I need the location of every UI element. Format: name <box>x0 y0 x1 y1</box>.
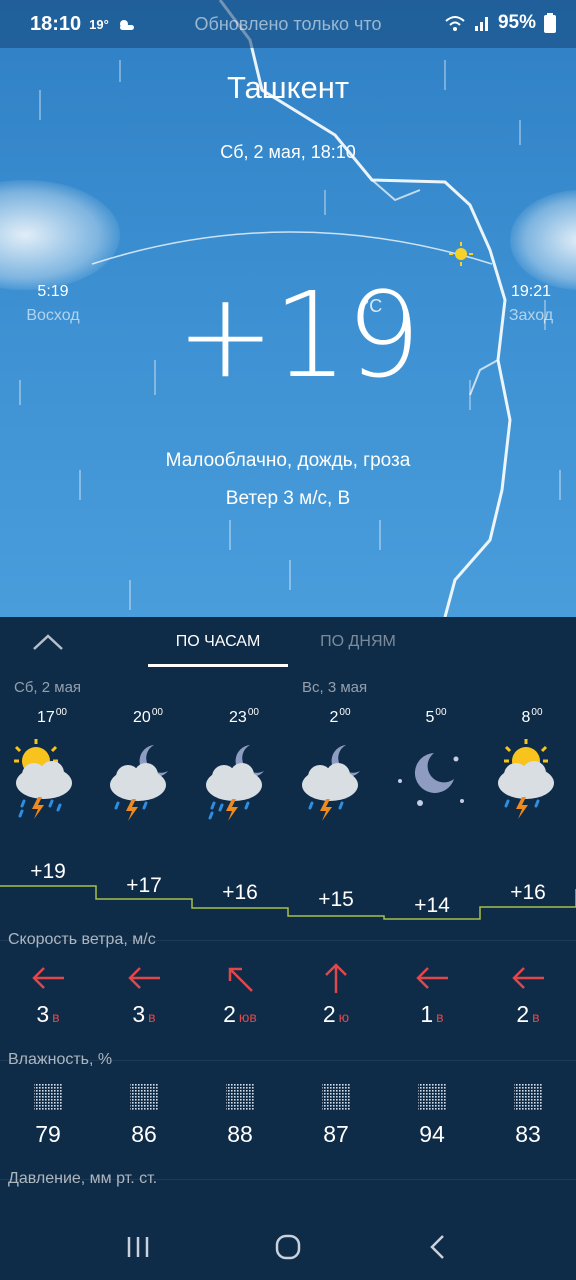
day-header-2: Вс, 3 мая <box>302 679 368 696</box>
sunset-info: 19:21 Заход <box>494 283 568 325</box>
humidity-dots-icon <box>322 1083 350 1111</box>
moon-cloud-storm-icon <box>110 745 168 821</box>
day-header-1: Сб, 2 мая <box>14 679 82 696</box>
hour-label: 800 <box>521 707 543 726</box>
current-temperature: +19 <box>176 266 421 404</box>
humidity-dots-icon <box>34 1083 62 1111</box>
arrow-up-left-icon <box>228 967 253 992</box>
sunset-label: Заход <box>508 307 554 324</box>
tab-hourly[interactable]: По часам <box>148 633 288 651</box>
sun-cloud-storm-icon <box>14 739 72 819</box>
pressure-section-label: Давление, мм рт. ст. <box>8 1170 158 1187</box>
sunrise-info: 5:19 Восход <box>20 283 86 325</box>
city-name: Ташкент <box>226 70 350 105</box>
humidity-dots-icon <box>418 1083 446 1111</box>
temp-value: +15 <box>318 888 354 911</box>
humidity-section-label: Влажность, % <box>8 1051 113 1068</box>
moon-stars-icon <box>398 753 464 806</box>
back-icon[interactable] <box>418 1231 458 1263</box>
current-date: Сб, 2 мая, 18:10 <box>220 142 356 162</box>
wind-value: 3в <box>132 1001 156 1027</box>
sun-cloud-storm-icon <box>498 739 554 819</box>
sunrise-label: Восход <box>26 307 80 324</box>
chevron-up-icon[interactable] <box>30 629 66 655</box>
forecast-panel: По часам По дням Сб, 2 мая Вс, 3 мая 170… <box>0 617 576 1213</box>
status-bar: 18:10 19° Обновлено только что 95% <box>0 0 576 48</box>
wind-value: 3в <box>36 1001 60 1027</box>
humidity-dots-icon <box>226 1083 254 1111</box>
humidity-value: 86 <box>131 1121 157 1147</box>
humidity-value: 83 <box>515 1121 541 1147</box>
tab-daily[interactable]: По дням <box>300 633 416 651</box>
battery-percent: 95% <box>497 12 536 33</box>
signal-icon <box>474 17 488 31</box>
humidity-value: 87 <box>323 1121 349 1147</box>
humidity-dots-icon <box>130 1083 158 1111</box>
wind-value: 2в <box>516 1001 540 1027</box>
moon-cloud-storm-icon <box>302 745 360 821</box>
humidity-value: 79 <box>35 1121 61 1147</box>
arrow-left-icon <box>128 967 160 989</box>
sunset-time: 19:21 <box>510 283 552 300</box>
weather-header: 18:10 19° Обновлено только что 95% Ташке… <box>0 0 576 617</box>
wind-section-label: Скорость ветра, м/с <box>8 931 156 948</box>
recent-apps-icon[interactable] <box>118 1231 158 1263</box>
current-wind: Ветер 3 м/с, В <box>225 488 351 509</box>
temp-value: +17 <box>126 874 162 897</box>
arrow-left-icon <box>32 967 64 989</box>
temp-value: +16 <box>222 881 258 904</box>
temp-value: +14 <box>414 894 450 917</box>
forecast-tabs: По часам По дням <box>0 617 576 669</box>
hour-label: 500 <box>425 707 447 726</box>
wind-value: 2ю <box>322 1001 350 1027</box>
arrow-left-icon <box>512 967 544 989</box>
battery-icon <box>544 13 556 33</box>
hour-label: 1700 <box>37 707 67 726</box>
hour-label: 200 <box>329 707 351 726</box>
home-icon[interactable] <box>268 1231 308 1263</box>
wifi-icon <box>445 16 465 31</box>
current-condition: Малооблачно, дождь, гроза <box>165 450 411 471</box>
system-nav-bar <box>0 1213 576 1280</box>
humidity-value: 94 <box>419 1121 445 1147</box>
humidity-dots-icon <box>514 1083 542 1111</box>
wind-value: 2 юв <box>223 1001 257 1027</box>
moon-cloud-storm-icon <box>206 745 264 821</box>
temp-value: +19 <box>30 860 66 883</box>
arrow-up-icon <box>325 963 347 993</box>
tab-underline <box>148 664 288 667</box>
wind-value: 1в <box>420 1001 444 1027</box>
hour-label: 2300 <box>229 707 259 726</box>
arrow-left-icon <box>416 967 448 989</box>
hour-label: 2000 <box>133 707 163 726</box>
humidity-value: 88 <box>227 1121 253 1147</box>
temp-value: +16 <box>510 881 546 904</box>
sunrise-time: 5:19 <box>37 283 69 300</box>
temperature-unit: °C <box>362 296 383 316</box>
